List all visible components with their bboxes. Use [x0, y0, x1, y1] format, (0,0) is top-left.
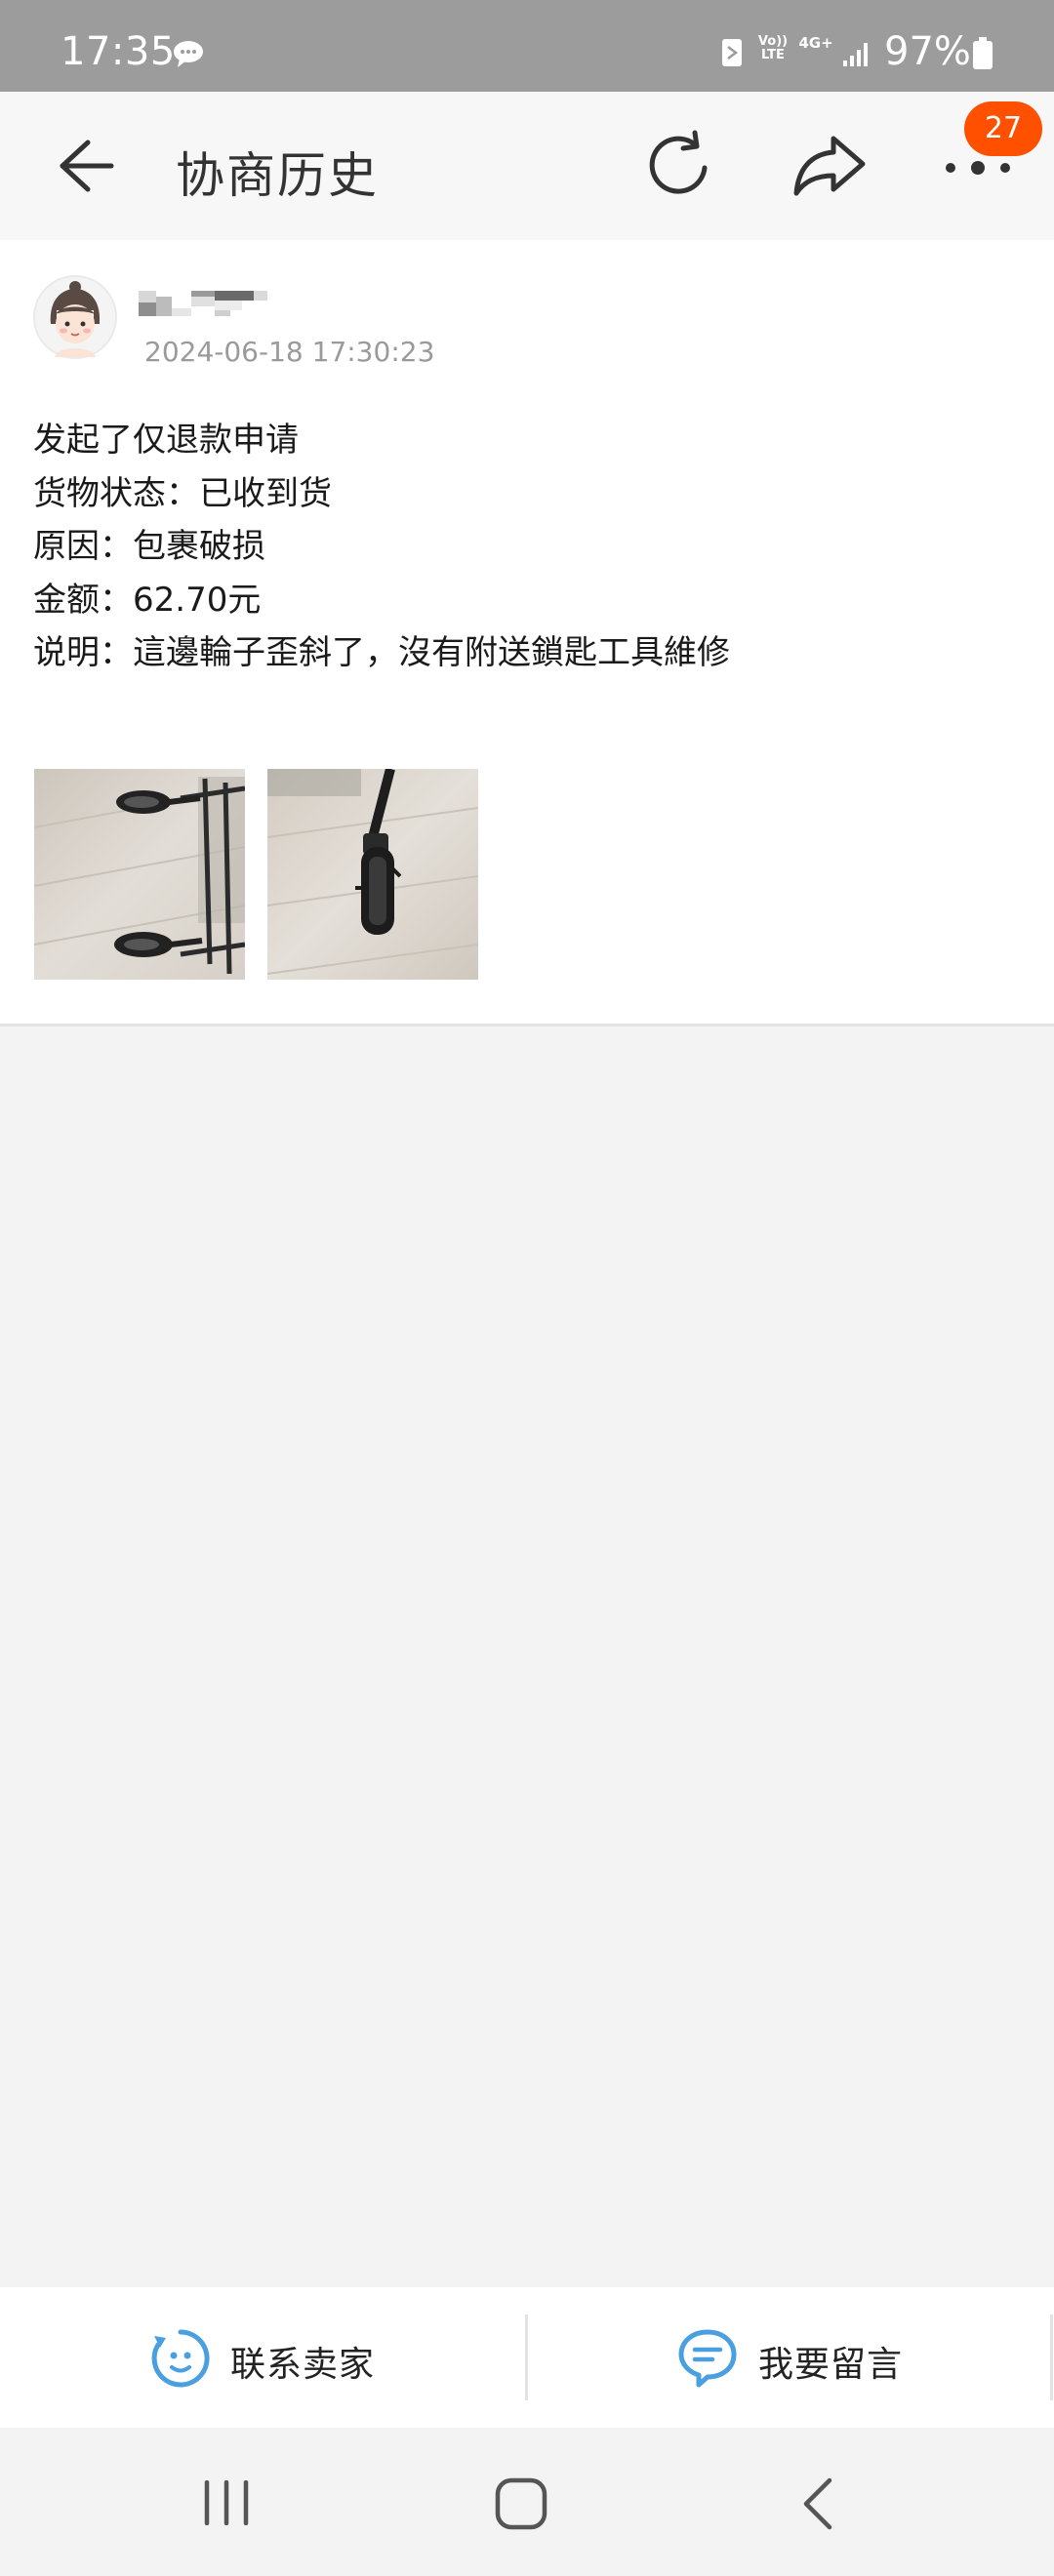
detail-reason: 原因：包裹破损	[33, 527, 265, 566]
share-icon	[793, 136, 866, 196]
refresh-button[interactable]	[640, 127, 718, 205]
contact-seller-button[interactable]: 联系卖家	[0, 2287, 526, 2428]
home-icon[interactable]	[494, 2476, 548, 2535]
leave-message-label: 我要留言	[758, 2345, 904, 2385]
volte-icon: Vo)) LTE	[757, 34, 789, 62]
status-bar: 17:35 Vo)) LTE 4G+ 97%	[0, 0, 1054, 92]
back-button[interactable]	[49, 131, 123, 201]
notification-badge[interactable]: 27	[964, 101, 1042, 156]
detail-action: 发起了仅退款申请	[33, 421, 299, 460]
evidence-photo-2[interactable]	[267, 769, 478, 980]
signal-icon	[841, 39, 872, 72]
network-4g-icon: 4G+	[798, 34, 833, 52]
detail-amount: 金额：62.70元	[33, 580, 262, 620]
app-header: 协商历史	[0, 92, 1054, 240]
avatar	[33, 275, 117, 359]
record-timestamp: 2024-06-18 17:30:23	[144, 336, 435, 368]
page-title: 协商历史	[176, 147, 379, 204]
battery-icon	[972, 37, 993, 74]
back-icon[interactable]	[798, 2476, 837, 2535]
contact-seller-label: 联系卖家	[230, 2345, 376, 2385]
record-details: 发起了仅退款申请 货物状态：已收到货 原因：包裹破损 金额：62.70元 说明：…	[33, 414, 1009, 680]
battery-percent: 97%	[884, 29, 971, 74]
leave-message-button[interactable]: 我要留言	[528, 2287, 1054, 2428]
refresh-icon	[649, 130, 708, 194]
system-nav-bar	[0, 2428, 1054, 2576]
detail-description: 说明：這邊輪子歪斜了，沒有附送鎖匙工具維修	[33, 633, 730, 672]
detail-goods-status: 货物状态：已收到货	[33, 473, 332, 513]
status-time: 17:35	[61, 29, 176, 74]
smile-chat-icon	[150, 2328, 211, 2393]
share-button[interactable]	[789, 127, 871, 205]
recents-icon[interactable]	[201, 2479, 252, 2529]
bottom-action-bar: 联系卖家 我要留言	[0, 2287, 1054, 2428]
evidence-photo-1[interactable]	[34, 769, 245, 980]
nfc-icon	[720, 37, 744, 72]
action-divider-edge	[1050, 2314, 1053, 2400]
chat-bubble-icon	[172, 39, 205, 72]
message-bubble-icon	[677, 2328, 738, 2393]
negotiation-record-card: 2024-06-18 17:30:23 发起了仅退款申请 货物状态：已收到货 原…	[0, 240, 1054, 1026]
back-arrow-icon	[60, 140, 114, 192]
username-redacted	[137, 287, 273, 320]
